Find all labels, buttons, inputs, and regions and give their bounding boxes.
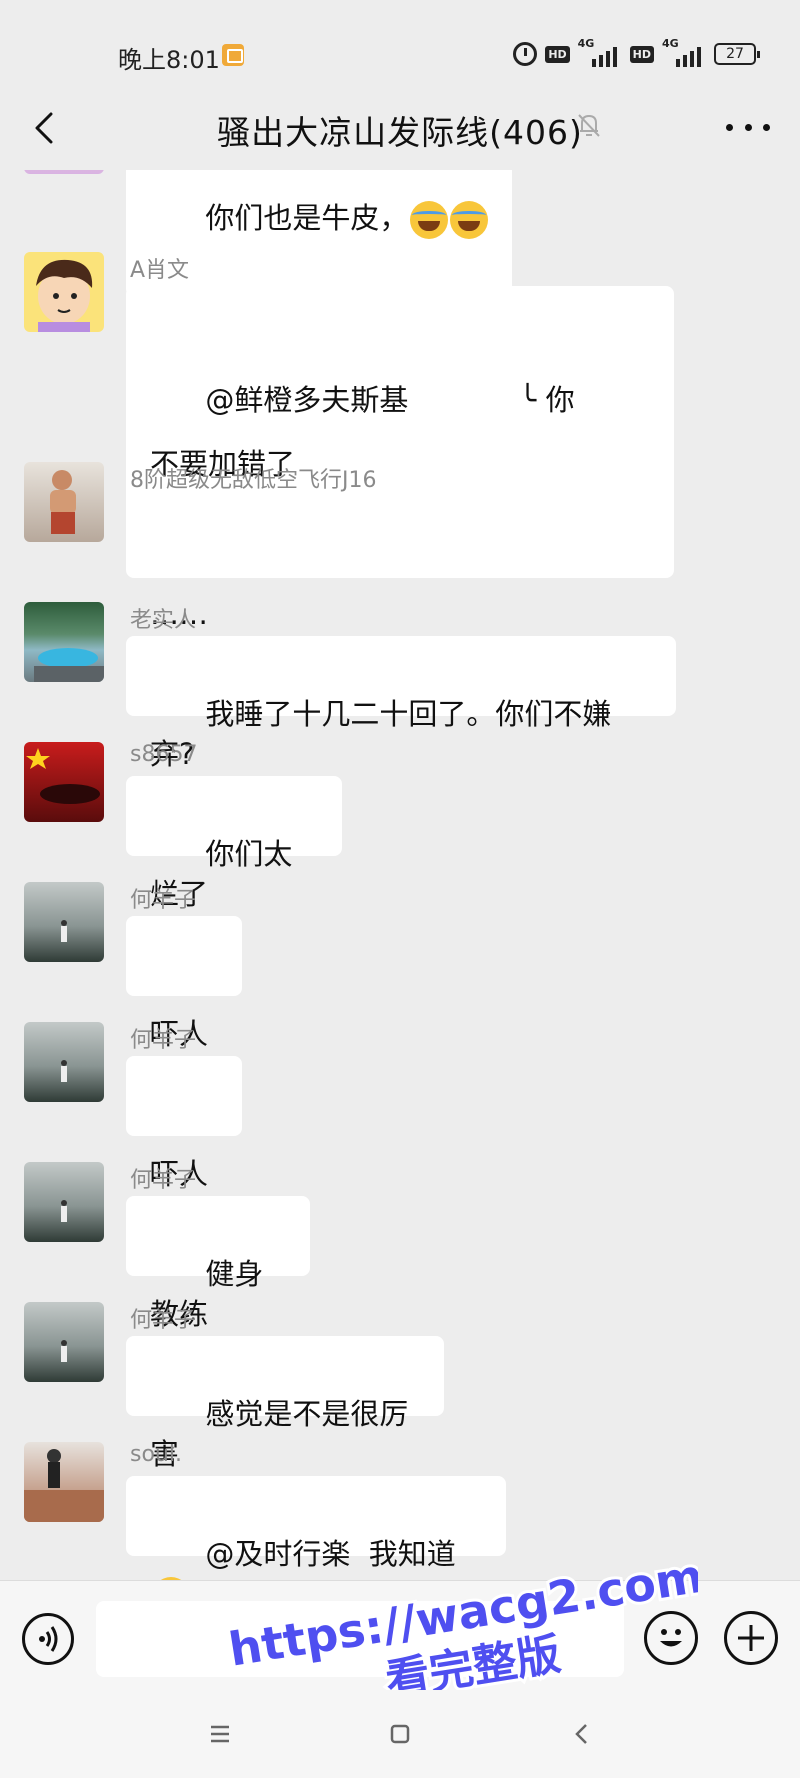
bell-off-icon (574, 110, 604, 140)
message-bubble[interactable]: @及时行楽 我知道 (126, 1476, 506, 1580)
sender-name: 老实人 (130, 608, 197, 633)
plus-button[interactable] (724, 1611, 778, 1665)
home-button[interactable] (382, 1716, 418, 1752)
signal-icon-2: 4G (662, 37, 706, 67)
chat-header: 骚出大凉山发际线(406) (0, 90, 800, 170)
message-bubble[interactable]: 吓人 (126, 916, 242, 1051)
message-bubble[interactable]: 我睡了十几二十回了。你们不嫌弃? (126, 636, 676, 771)
sender-name: 8阶超级无敌低空飞行J16 (130, 468, 377, 493)
message-bubble[interactable]: 感觉是不是很厉害 (126, 1336, 444, 1471)
system-navigation-bar (0, 1690, 800, 1778)
avatar[interactable] (24, 602, 104, 682)
smiley-icon (660, 1629, 682, 1647)
status-time: 晚上8:01 (118, 46, 220, 74)
avatar[interactable] (24, 170, 104, 174)
sender-name: A肖文 (130, 258, 190, 283)
more-button[interactable] (726, 112, 770, 142)
sender-name: 何羊子 (130, 1028, 197, 1053)
plus-icon (738, 1625, 764, 1651)
avatar[interactable] (24, 882, 104, 962)
hd-badge: HD (545, 45, 570, 63)
signal-icon: 4G (578, 37, 622, 67)
hd-badge-2: HD (629, 45, 654, 63)
menu-icon (211, 1725, 229, 1743)
message-bubble[interactable]: 健身教练 (126, 1196, 310, 1331)
more-dots-icon (726, 123, 733, 131)
alarm-icon (513, 42, 538, 66)
status-indicators: HD 4G HD 4G 27 (513, 37, 760, 70)
chat-title[interactable]: 骚出大凉山发际线(406) (217, 113, 583, 152)
laughing-crying-emoji-icon (450, 201, 489, 239)
avatar[interactable] (24, 742, 104, 822)
message-bubble[interactable]: 你们太烂了 (126, 776, 342, 911)
sender-name: 何羊子 (130, 888, 197, 913)
avatar[interactable] (24, 462, 104, 542)
avatar[interactable] (24, 1442, 104, 1522)
laughing-crying-emoji-icon (410, 201, 449, 239)
message-bubble[interactable]: 吓人 (126, 1056, 242, 1191)
message-bubble[interactable]: …… (126, 496, 242, 631)
battery-icon: 27 (714, 43, 760, 65)
voice-icon (39, 1626, 58, 1652)
emoji-button[interactable] (644, 1611, 698, 1665)
avatar[interactable] (24, 1022, 104, 1102)
message-input[interactable] (96, 1601, 624, 1677)
sender-name: soul. (130, 1442, 182, 1467)
menu-button[interactable] (202, 1716, 238, 1752)
system-back-button[interactable] (564, 1716, 600, 1752)
notification-icon (222, 44, 244, 66)
avatar[interactable] (24, 252, 104, 332)
sender-name: 何羊子 (130, 1308, 197, 1333)
home-square-icon (390, 1724, 410, 1744)
sender-name: s8657 (130, 742, 198, 767)
voice-button[interactable] (22, 1613, 74, 1665)
back-triangle-icon (575, 1724, 587, 1744)
input-bar (0, 1580, 800, 1690)
sender-name: 何羊子 (130, 1168, 197, 1193)
avatar[interactable] (24, 1162, 104, 1242)
chat-message-list[interactable]: 你们也是牛皮， A肖文 @鲜橙多夫斯基 ╰ 你 不要加错了 8阶超级无敌低空飞行… (0, 170, 800, 1580)
avatar[interactable] (24, 1302, 104, 1382)
